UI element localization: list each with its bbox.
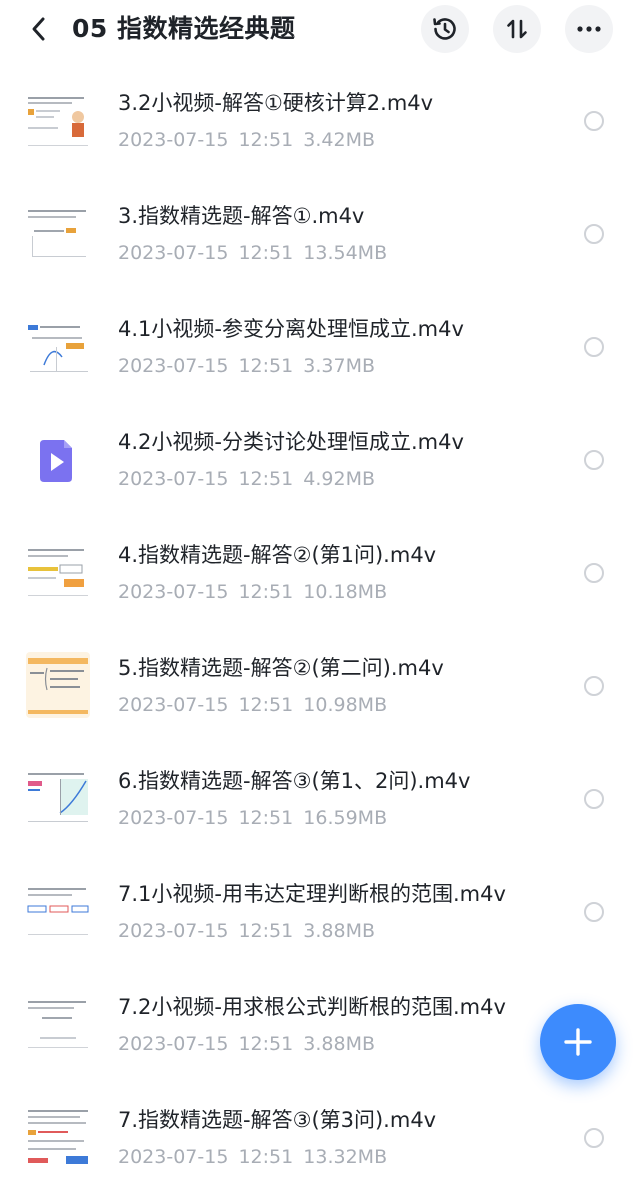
file-name: 7.2小视频-用求根公式判断根的范围.m4v (118, 995, 506, 1019)
video-thumbnail (26, 991, 90, 1057)
history-button[interactable] (421, 5, 469, 53)
select-radio[interactable] (584, 111, 604, 131)
select-radio[interactable] (584, 902, 604, 922)
back-button[interactable] (22, 10, 56, 48)
file-name: 7.1小视频-用韦达定理判断根的范围.m4v (118, 882, 506, 906)
select-radio[interactable] (584, 337, 604, 357)
video-thumbnail (26, 765, 90, 831)
more-dots-icon (577, 26, 601, 32)
video-thumbnail (26, 1104, 90, 1170)
file-name: 7.指数精选题-解答③(第3问).m4v (118, 1108, 437, 1132)
file-meta: 2023-07-15 12:51 3.37MB (118, 355, 376, 377)
file-name: 4.1小视频-参变分离处理恒成立.m4v (118, 317, 464, 341)
video-thumbnail (26, 652, 90, 718)
top-bar: 05 指数精选经典题 (0, 0, 640, 58)
file-row[interactable]: 7.指数精选题-解答③(第3问).m4v 2023-07-15 12:51 13… (0, 1097, 640, 1197)
select-radio[interactable] (584, 789, 604, 809)
file-name: 4.指数精选题-解答②(第1问).m4v (118, 543, 437, 567)
file-meta: 2023-07-15 12:51 3.88MB (118, 920, 376, 942)
video-thumbnail (26, 539, 90, 605)
sort-button[interactable] (493, 5, 541, 53)
file-meta: 2023-07-15 12:51 4.92MB (118, 468, 376, 490)
more-button[interactable] (565, 5, 613, 53)
file-meta: 2023-07-15 12:51 10.98MB (118, 694, 388, 716)
file-row[interactable]: 4.2小视频-分类讨论处理恒成立.m4v 2023-07-15 12:51 4.… (0, 419, 640, 532)
plus-icon (564, 1028, 592, 1056)
add-button[interactable] (540, 1004, 616, 1080)
file-name: 4.2小视频-分类讨论处理恒成立.m4v (118, 430, 464, 454)
select-radio[interactable] (584, 676, 604, 696)
file-name: 3.指数精选题-解答①.m4v (118, 204, 365, 228)
page-title: 05 指数精选经典题 (72, 14, 296, 43)
video-file-icon (26, 426, 90, 492)
video-thumbnail (26, 313, 90, 379)
select-radio[interactable] (584, 563, 604, 583)
select-radio[interactable] (584, 1128, 604, 1148)
video-thumbnail (26, 200, 90, 266)
file-row[interactable]: 4.指数精选题-解答②(第1问).m4v 2023-07-15 12:51 10… (0, 532, 640, 645)
file-meta: 2023-07-15 12:51 10.18MB (118, 581, 388, 603)
file-row[interactable]: 3.指数精选题-解答①.m4v 2023-07-15 12:51 13.54MB (0, 193, 640, 306)
video-thumbnail (26, 87, 90, 153)
file-meta: 2023-07-15 12:51 13.54MB (118, 242, 388, 264)
file-meta: 2023-07-15 12:51 16.59MB (118, 807, 388, 829)
history-clock-icon (433, 18, 456, 40)
select-radio[interactable] (584, 224, 604, 244)
file-name: 3.2小视频-解答①硬核计算2.m4v (118, 91, 434, 115)
file-meta: 2023-07-15 12:51 3.42MB (118, 129, 376, 151)
file-row[interactable]: 6.指数精选题-解答③(第1、2问).m4v 2023-07-15 12:51 … (0, 758, 640, 871)
file-name: 5.指数精选题-解答②(第二问).m4v (118, 656, 444, 680)
file-row[interactable]: 5.指数精选题-解答②(第二问).m4v 2023-07-15 12:51 10… (0, 645, 640, 758)
file-name: 6.指数精选题-解答③(第1、2问).m4v (118, 769, 471, 793)
file-meta: 2023-07-15 12:51 3.88MB (118, 1033, 376, 1055)
file-meta: 2023-07-15 12:51 13.32MB (118, 1146, 388, 1168)
file-row[interactable]: 3.2小视频-解答①硬核计算2.m4v 2023-07-15 12:51 3.4… (0, 80, 640, 193)
chevron-left-icon (32, 17, 45, 41)
file-row[interactable]: 7.1小视频-用韦达定理判断根的范围.m4v 2023-07-15 12:51 … (0, 871, 640, 984)
select-radio[interactable] (584, 450, 604, 470)
file-row[interactable]: 4.1小视频-参变分离处理恒成立.m4v 2023-07-15 12:51 3.… (0, 306, 640, 419)
video-thumbnail (26, 878, 90, 944)
sort-arrows-icon (507, 19, 527, 39)
